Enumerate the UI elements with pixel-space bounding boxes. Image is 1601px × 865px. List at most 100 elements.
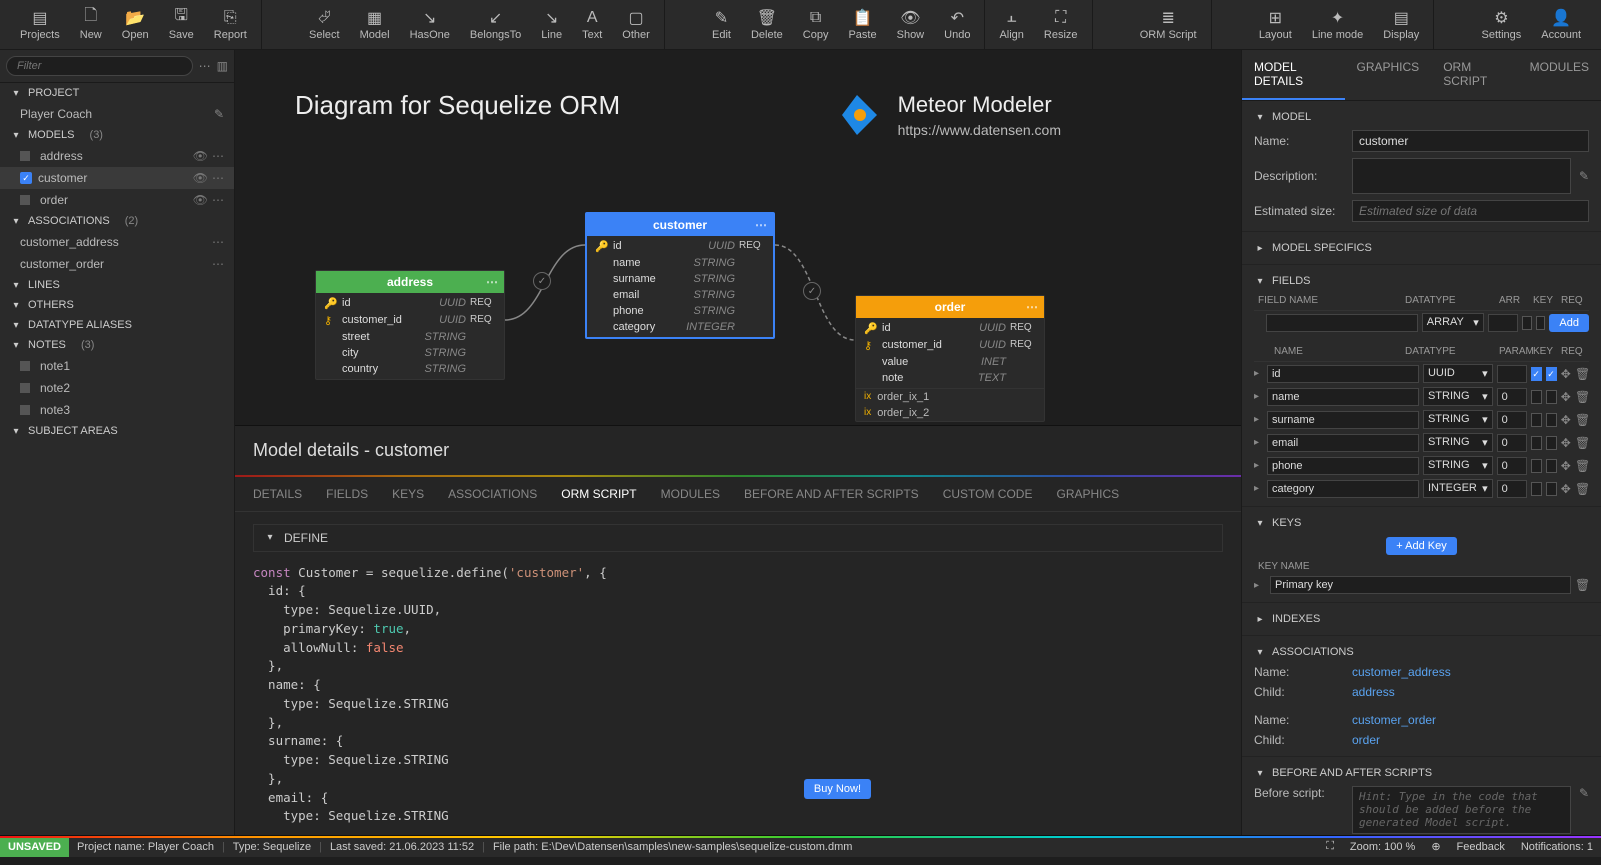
right-panel-tab[interactable]: ORM SCRIPT — [1431, 50, 1517, 100]
entity-column[interactable]: valueINET — [856, 354, 1044, 370]
eye-icon[interactable]: 👁 — [193, 171, 208, 185]
delete-icon[interactable]: 🗑 — [1575, 413, 1589, 427]
field-type-select[interactable]: STRING▾ — [1423, 410, 1493, 429]
status-zoom[interactable]: Zoom: 100 % — [1342, 841, 1423, 853]
chevron-right-icon[interactable]: ▸ — [1254, 437, 1263, 448]
section-model[interactable]: ▾MODEL — [1254, 107, 1589, 127]
connection-node[interactable]: ✓ — [533, 272, 551, 290]
hasone-tool[interactable]: ↘HasOne — [400, 0, 460, 49]
field-name-input[interactable] — [1267, 365, 1419, 383]
new-button[interactable]: 🗋New — [70, 0, 112, 49]
field-req-checkbox[interactable] — [1546, 459, 1557, 473]
field-key-checkbox[interactable] — [1531, 482, 1542, 496]
detail-tab[interactable]: GRAPHICS — [1056, 487, 1119, 501]
eye-icon[interactable]: 👁 — [193, 149, 208, 163]
assoc-link[interactable]: address — [1352, 685, 1395, 699]
projects-button[interactable]: ▤Projects — [10, 0, 70, 49]
field-type-select[interactable]: INTEGER▾ — [1423, 479, 1493, 498]
chevron-right-icon[interactable]: ▸ — [1254, 483, 1263, 494]
account-button[interactable]: 👤Account — [1531, 0, 1591, 49]
chevron-right-icon[interactable]: ▸ — [1254, 460, 1263, 471]
entity-column[interactable]: categoryINTEGER — [587, 319, 773, 335]
add-key-button[interactable]: + Add Key — [1386, 537, 1456, 555]
more-icon[interactable]: ⋯ — [212, 149, 224, 163]
entity-column[interactable]: 🔑idUUIDREQ — [856, 320, 1044, 337]
right-panel-tab[interactable]: MODULES — [1518, 50, 1601, 100]
note-item-3[interactable]: note3 — [0, 399, 234, 421]
align-button[interactable]: ⫠Align — [989, 0, 1033, 49]
delete-button[interactable]: 🗑Delete — [741, 0, 793, 49]
select-tool[interactable]: ⮰Select — [299, 0, 350, 49]
edit-icon[interactable]: ✎ — [1579, 169, 1589, 183]
note-item-1[interactable]: note1 — [0, 355, 234, 377]
entity-column[interactable]: ⚷customer_idUUIDREQ — [856, 337, 1044, 354]
more-icon[interactable]: ⋯ — [212, 257, 224, 271]
section-before-after[interactable]: ▾BEFORE AND AFTER SCRIPTS — [1254, 763, 1589, 783]
right-panel-tab[interactable]: MODEL DETAILS — [1242, 50, 1345, 100]
more-icon[interactable]: ⋯ — [212, 171, 224, 185]
entity-column[interactable]: noteTEXT — [856, 370, 1044, 386]
detail-tab[interactable]: ASSOCIATIONS — [448, 487, 537, 501]
entity-menu-icon[interactable]: ⋯ — [755, 218, 767, 232]
detail-tab[interactable]: BEFORE AND AFTER SCRIPTS — [744, 487, 919, 501]
orm-script-button[interactable]: ≣ORM Script — [1130, 0, 1207, 49]
field-key-checkbox[interactable] — [1531, 367, 1542, 381]
new-field-name[interactable] — [1266, 314, 1418, 332]
connection-node[interactable]: ✓ — [803, 282, 821, 300]
detail-tab[interactable]: CUSTOM CODE — [943, 487, 1033, 501]
field-name-input[interactable] — [1267, 457, 1419, 475]
chevron-right-icon[interactable]: ▸ — [1254, 414, 1263, 425]
move-icon[interactable]: ✥ — [1561, 413, 1571, 427]
entity-address[interactable]: address⋯ 🔑idUUIDREQ⚷customer_idUUIDREQst… — [315, 270, 505, 380]
field-type-select[interactable]: UUID▾ — [1423, 364, 1493, 383]
section-associations[interactable]: ▾ASSOCIATIONS — [1254, 642, 1589, 662]
edit-button[interactable]: ✎Edit — [702, 0, 741, 49]
model-tool[interactable]: ▦Model — [350, 0, 400, 49]
copy-button[interactable]: ⧉Copy — [793, 0, 839, 49]
show-button[interactable]: 👁Show — [887, 0, 935, 49]
belongsto-tool[interactable]: ↙BelongsTo — [460, 0, 531, 49]
entity-order[interactable]: order⋯ 🔑idUUIDREQ⚷customer_idUUIDREQvalu… — [855, 295, 1045, 422]
desc-input[interactable] — [1352, 158, 1571, 194]
zoom-fit-icon[interactable]: ⊕ — [1423, 840, 1448, 853]
field-key-checkbox[interactable] — [1531, 436, 1542, 450]
new-field-arr[interactable] — [1488, 314, 1518, 332]
resize-button[interactable]: ⛶Resize — [1034, 0, 1088, 49]
detail-tab[interactable]: FIELDS — [326, 487, 368, 501]
field-key-checkbox[interactable] — [1531, 413, 1542, 427]
edit-icon[interactable]: ✎ — [1579, 786, 1589, 800]
before-script-input[interactable]: Hint: Type in the code that should be ad… — [1352, 786, 1571, 834]
section-keys[interactable]: ▾KEYS — [1254, 513, 1589, 533]
entity-menu-icon[interactable]: ⋯ — [486, 275, 498, 289]
move-icon[interactable]: ✥ — [1561, 436, 1571, 450]
section-aliases[interactable]: ▾DATATYPE ALIASES — [0, 315, 234, 335]
field-req-checkbox[interactable] — [1546, 390, 1557, 404]
settings-button[interactable]: ⚙Settings — [1472, 0, 1532, 49]
entity-column[interactable]: countrySTRING — [316, 361, 504, 377]
delete-icon[interactable]: 🗑 — [1575, 482, 1589, 496]
new-field-key[interactable] — [1522, 316, 1532, 330]
field-req-checkbox[interactable] — [1546, 482, 1557, 496]
entity-column[interactable]: streetSTRING — [316, 329, 504, 345]
more-icon[interactable]: ⋯ — [212, 193, 224, 207]
save-button[interactable]: 🖫Save — [159, 0, 204, 49]
model-item-order[interactable]: order👁⋯ — [0, 189, 234, 211]
right-panel-tab[interactable]: GRAPHICS — [1345, 50, 1432, 100]
field-key-checkbox[interactable] — [1531, 390, 1542, 404]
add-field-button[interactable]: Add — [1549, 314, 1589, 332]
section-subject[interactable]: ▾SUBJECT AREAS — [0, 421, 234, 441]
text-tool[interactable]: AText — [572, 0, 612, 49]
diagram-canvas[interactable]: Diagram for Sequelize ORM Meteor Modeler… — [235, 50, 1241, 835]
model-item-address[interactable]: address👁⋯ — [0, 145, 234, 167]
entity-customer[interactable]: customer⋯ 🔑idUUIDREQnameSTRINGsurnameSTR… — [585, 212, 775, 339]
field-req-checkbox[interactable] — [1546, 413, 1557, 427]
filter-input[interactable] — [6, 56, 193, 76]
other-tool[interactable]: ▢Other — [612, 0, 660, 49]
key-name-input[interactable] — [1270, 576, 1571, 594]
field-param-input[interactable] — [1497, 434, 1527, 452]
move-icon[interactable]: ✥ — [1561, 367, 1571, 381]
entity-column[interactable]: 🔑idUUIDREQ — [316, 295, 504, 312]
move-icon[interactable]: ✥ — [1561, 482, 1571, 496]
entity-column[interactable]: citySTRING — [316, 345, 504, 361]
paste-button[interactable]: 📋Paste — [838, 0, 886, 49]
